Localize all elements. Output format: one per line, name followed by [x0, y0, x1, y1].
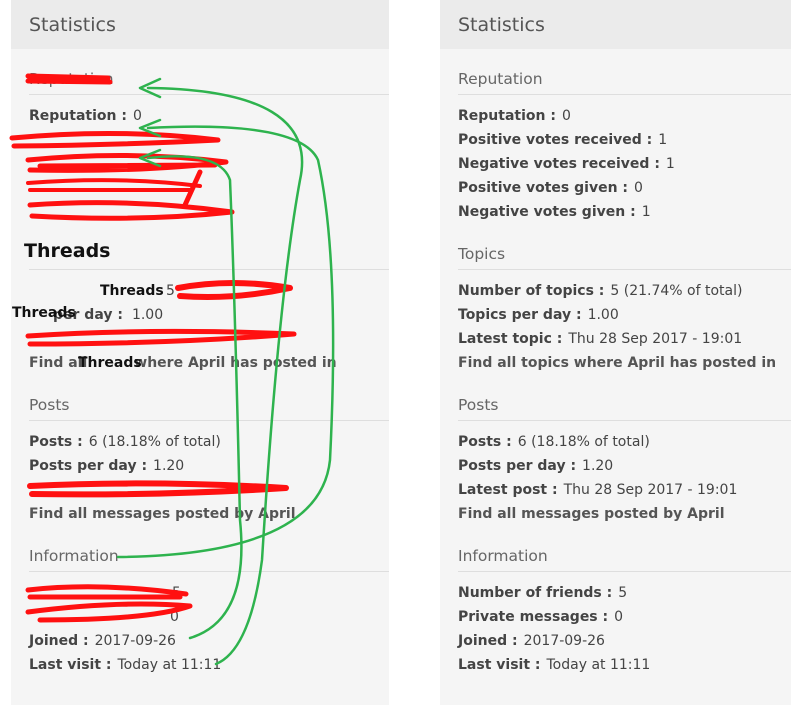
right-positive-received-value: 1 — [658, 132, 668, 148]
right-panel-header: Statistics — [440, 0, 791, 49]
right-latest-post-row: Latest post : Thu 28 Sep 2017 - 19:01 — [458, 480, 791, 500]
left-last-visit-value: Today at 11:11 — [117, 657, 222, 673]
right-topics-heading: Topics — [458, 245, 506, 263]
right-negative-received-row: Negative votes received : 1 — [458, 154, 791, 174]
left-posts-heading: Posts — [29, 396, 70, 414]
left-friends-row: 5 — [29, 583, 389, 603]
right-friends-label: Number of friends : — [458, 585, 613, 601]
left-joined-label: Joined : — [29, 633, 89, 649]
right-negative-received-value: 1 — [665, 156, 675, 172]
right-number-topics-value: 5 (21.74% of total) — [610, 283, 743, 299]
left-number-topics-row: 5 — [29, 281, 389, 301]
right-panel-title: Statistics — [458, 13, 545, 36]
left-find-all-topics-link[interactable]: Find all where April has posted in — [29, 353, 389, 373]
left-last-visit-label: Last visit : — [29, 657, 112, 673]
right-posts-divider — [458, 420, 791, 421]
left-reputation-row: Reputation : 0 — [29, 106, 389, 126]
left-friends-value: 5 — [172, 585, 181, 601]
right-latest-post-value: Thu 28 Sep 2017 - 19:01 — [563, 482, 738, 498]
right-reputation-divider — [458, 94, 791, 95]
right-positive-given-label: Positive votes given : — [458, 180, 629, 196]
left-posts-divider — [29, 420, 389, 421]
right-topics-per-day-label: Topics per day : — [458, 307, 582, 323]
right-reputation-label: Reputation : — [458, 108, 556, 124]
right-find-all-posts-link[interactable]: Find all messages posted by April — [458, 504, 791, 524]
left-posts-row: Posts : 6 (18.18% of total) — [29, 432, 389, 452]
right-posts-label: Posts : — [458, 434, 512, 450]
right-topics-per-day-value: 1.00 — [587, 307, 619, 323]
left-topics-per-day-value: 1.00 — [131, 307, 164, 323]
right-last-visit-row: Last visit : Today at 11:11 — [458, 655, 791, 675]
left-statistics-panel: Statistics Reputation Reputation : 0 5 pe… — [11, 0, 389, 705]
left-reputation-value: 0 — [132, 108, 142, 124]
right-posts-row: Posts : 6 (18.18% of total) — [458, 432, 791, 452]
right-latest-topic-value: Thu 28 Sep 2017 - 19:01 — [568, 331, 743, 347]
right-posts-per-day-row: Posts per day : 1.20 — [458, 456, 791, 476]
right-latest-post-label: Latest post : — [458, 482, 558, 498]
right-positive-given-value: 0 — [634, 180, 643, 196]
left-topics-per-day-label: per day : — [53, 307, 123, 323]
right-friends-value: 5 — [618, 585, 628, 601]
right-topics-per-day-row: Topics per day : 1.00 — [458, 305, 791, 325]
right-positive-given-row: Positive votes given : 0 — [458, 178, 791, 198]
right-posts-value: 6 (18.18% of total) — [517, 434, 650, 450]
left-information-divider — [29, 571, 389, 572]
right-information-heading: Information — [458, 547, 548, 565]
right-information-divider — [458, 571, 791, 572]
left-find-all-suffix: where April has posted in — [134, 355, 337, 371]
left-topics-per-day-row: per day : 1.00 — [29, 305, 389, 325]
left-posts-value: 6 (18.18% of total) — [88, 434, 221, 450]
right-latest-topic-label: Latest topic : — [458, 331, 563, 347]
right-friends-row: Number of friends : 5 — [458, 583, 791, 603]
right-joined-row: Joined : 2017-09-26 — [458, 631, 791, 651]
right-joined-value: 2017-09-26 — [523, 633, 605, 649]
left-find-all-prefix: Find all — [29, 355, 88, 371]
right-negative-received-label: Negative votes received : — [458, 156, 660, 172]
right-reputation-heading: Reputation — [458, 70, 543, 88]
left-private-row: 0 — [29, 607, 389, 627]
left-reputation-divider — [29, 94, 389, 95]
left-reputation-heading: Reputation — [29, 70, 114, 88]
right-latest-topic-row: Latest topic : Thu 28 Sep 2017 - 19:01 — [458, 329, 791, 349]
right-posts-per-day-value: 1.20 — [582, 458, 614, 474]
left-private-value: 0 — [170, 609, 179, 625]
left-topics-divider — [29, 269, 389, 270]
left-panel-title: Statistics — [29, 13, 116, 36]
right-negative-given-row: Negative votes given : 1 — [458, 202, 791, 222]
right-reputation-row: Reputation : 0 — [458, 106, 791, 126]
right-statistics-panel: Statistics Reputation Reputation : 0 Posi… — [440, 0, 791, 705]
right-negative-given-value: 1 — [641, 204, 651, 220]
left-last-visit-row: Last visit : Today at 11:11 — [29, 655, 389, 675]
right-posts-heading: Posts — [458, 396, 499, 414]
right-number-topics-row: Number of topics : 5 (21.74% of total) — [458, 281, 791, 301]
right-joined-label: Joined : — [458, 633, 518, 649]
left-posts-per-day-value: 1.20 — [153, 458, 185, 474]
right-reputation-value: 0 — [561, 108, 571, 124]
right-private-row: Private messages : 0 — [458, 607, 791, 627]
right-number-topics-label: Number of topics : — [458, 283, 605, 299]
right-last-visit-label: Last visit : — [458, 657, 541, 673]
left-joined-row: Joined : 2017-09-26 — [29, 631, 389, 651]
left-posts-per-day-label: Posts per day : — [29, 458, 148, 474]
right-last-visit-value: Today at 11:11 — [546, 657, 651, 673]
left-information-heading: Information — [29, 547, 119, 565]
right-private-value: 0 — [614, 609, 624, 625]
left-number-topics-value: 5 — [166, 283, 175, 299]
right-private-label: Private messages : — [458, 609, 609, 625]
left-panel-header: Statistics — [11, 0, 389, 49]
right-posts-per-day-label: Posts per day : — [458, 458, 577, 474]
right-negative-given-label: Negative votes given : — [458, 204, 636, 220]
left-posts-label: Posts : — [29, 434, 83, 450]
left-reputation-label: Reputation : — [29, 108, 127, 124]
right-positive-received-row: Positive votes received : 1 — [458, 130, 791, 150]
left-posts-per-day-row: Posts per day : 1.20 — [29, 456, 389, 476]
right-topics-divider — [458, 269, 791, 270]
left-find-all-posts-link[interactable]: Find all messages posted by April — [29, 504, 389, 524]
right-find-all-topics-link[interactable]: Find all topics where April has posted i… — [458, 353, 791, 373]
right-positive-received-label: Positive votes received : — [458, 132, 653, 148]
left-joined-value: 2017-09-26 — [94, 633, 176, 649]
